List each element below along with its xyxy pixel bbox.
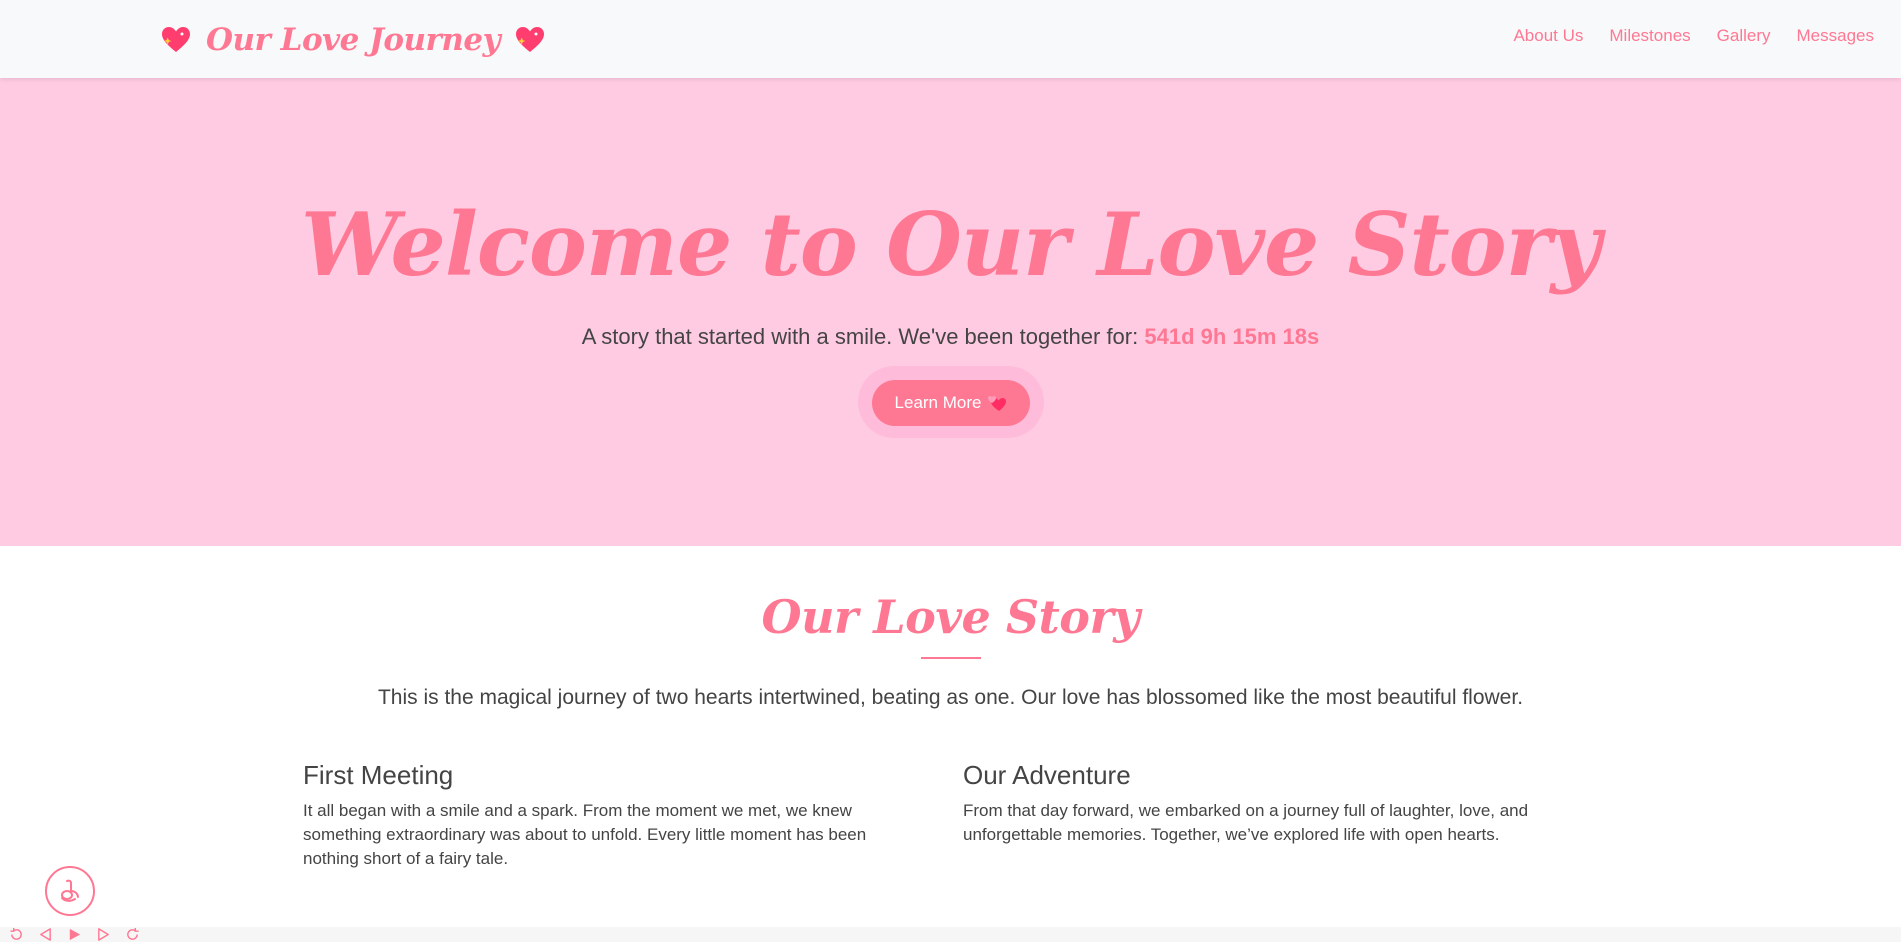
together-counter: 541d 9h 15m 18s [1144, 324, 1320, 349]
hero-subtitle-text: A story that started with a smile. We've… [581, 324, 1139, 349]
story-column-text: It all began with a smile and a spark. F… [303, 801, 867, 868]
story-lead: This is the magical journey of two heart… [377, 686, 1524, 709]
navbar: Our Love Journey About Us Milestones Gal… [0, 0, 1901, 78]
hero-title: Welcome to Our Love Story [300, 193, 1601, 296]
music-note-icon [61, 879, 79, 902]
nav-link-messages[interactable]: Messages [1797, 26, 1874, 46]
repeat-control[interactable] [124, 926, 141, 943]
sparkling-heart-icon [162, 27, 190, 52]
story-column-heading: First Meeting [303, 760, 454, 790]
two-hearts-icon [988, 396, 1007, 411]
nav-links: About Us Milestones Gallery Messages [1513, 26, 1874, 46]
brand-title: Our Love Journey [206, 22, 501, 58]
nav-link-gallery[interactable]: Gallery [1717, 26, 1771, 46]
sparkling-heart-icon [516, 27, 545, 52]
story-column-first-meeting: First Meeting It all began with a smile … [303, 760, 923, 871]
prev-control[interactable] [37, 926, 54, 943]
bottom-bar [0, 927, 1901, 942]
repeat-icon [127, 927, 139, 940]
play-control[interactable] [66, 926, 83, 943]
hero-subtitle: A story that started with a smile. We've… [0, 324, 1901, 350]
story-title: Our Love Story [761, 590, 1140, 644]
play-icon [69, 928, 81, 940]
replay-control[interactable] [8, 926, 25, 943]
story-column-our-adventure: Our Adventure From that day forward, we … [963, 760, 1583, 847]
learn-more-button[interactable]: Learn More [872, 380, 1030, 426]
story-divider [921, 657, 981, 659]
music-toggle-button[interactable] [45, 866, 95, 916]
story-column-text: From that day forward, we embarked on a … [963, 801, 1529, 844]
story-column-heading: Our Adventure [963, 760, 1131, 790]
next-icon [98, 927, 109, 941]
replay-icon [10, 927, 22, 940]
media-controls [8, 925, 141, 943]
prev-icon [40, 927, 51, 941]
nav-link-about-us[interactable]: About Us [1513, 26, 1583, 46]
brand[interactable]: Our Love Journey [160, 18, 546, 62]
next-control[interactable] [95, 926, 112, 943]
hero-section: Welcome to Our Love Story A story that s… [0, 78, 1901, 546]
learn-more-label: Learn More [894, 393, 982, 412]
nav-link-milestones[interactable]: Milestones [1609, 26, 1690, 46]
